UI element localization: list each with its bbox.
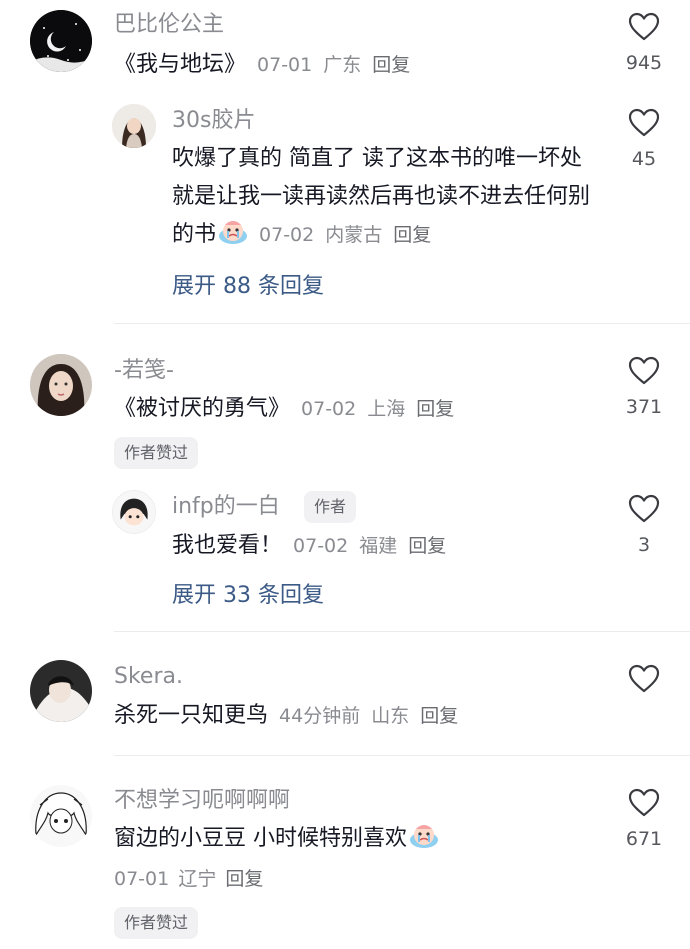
author-liked-badge: 作者赞过 <box>114 437 199 469</box>
reply-button[interactable]: 回复 <box>225 868 263 890</box>
comment-username[interactable]: 巴比伦公主 <box>114 10 224 40</box>
reply-date: 07-02 <box>259 224 315 246</box>
reply-username[interactable]: 30s胶片 <box>172 106 255 136</box>
comment-body: 窗边的小豆豆 小时候特别喜欢 <box>114 820 441 862</box>
author-tag: 作者 <box>304 491 357 523</box>
reply-username[interactable]: infp的一白 <box>172 492 280 522</box>
comment-username[interactable]: Skera. <box>114 662 183 692</box>
divider <box>114 755 690 756</box>
crying-face-emoji <box>407 823 441 862</box>
heart-icon[interactable] <box>628 664 660 694</box>
like-count: 945 <box>625 52 663 74</box>
comment-location: 广东 <box>323 54 362 76</box>
reply-button[interactable]: 回复 <box>420 705 458 727</box>
comment-meta: 07-01 辽宁 回复 <box>114 864 263 891</box>
avatar[interactable] <box>30 10 92 72</box>
comment-date: 44分钟前 <box>279 705 361 727</box>
comment-username[interactable]: 不想学习呃啊啊啊 <box>114 786 290 816</box>
heart-icon[interactable] <box>628 12 660 42</box>
comment-body: 杀死一只知更鸟 44分钟前 山东 回复 <box>114 697 458 735</box>
reply-body: 吹爆了真的 简直了 读了这本书的唯一坏处就是让我一读再读然后再也读不进去任何别的… <box>172 140 596 258</box>
reply-button[interactable]: 回复 <box>393 224 431 246</box>
like-count: 45 <box>631 148 657 170</box>
comment-text: 《我与地坛》 <box>114 52 247 77</box>
comment-location: 山东 <box>371 705 410 727</box>
comment-username[interactable]: -若笺- <box>114 356 174 386</box>
like-button[interactable]: 945 <box>609 12 679 76</box>
heart-icon[interactable] <box>628 494 660 524</box>
heart-icon[interactable] <box>628 108 660 138</box>
heart-icon[interactable] <box>628 356 660 386</box>
avatar[interactable] <box>30 354 92 416</box>
divider <box>114 631 690 632</box>
like-button[interactable]: 371 <box>609 356 679 420</box>
comment-location: 上海 <box>367 398 406 420</box>
reply-date: 07-02 <box>293 535 349 557</box>
comment-body: 《我与地坛》 07-01 广东 回复 <box>114 46 410 84</box>
divider <box>114 323 690 324</box>
avatar[interactable] <box>112 490 156 534</box>
comment-date: 07-02 <box>301 398 357 420</box>
avatar[interactable] <box>30 785 92 847</box>
reply-location: 福建 <box>359 535 398 557</box>
avatar[interactable] <box>30 660 92 722</box>
reply-button[interactable]: 回复 <box>372 54 410 76</box>
author-liked-badge: 作者赞过 <box>114 907 199 939</box>
comment-location: 辽宁 <box>178 868 217 890</box>
avatar[interactable] <box>112 104 156 148</box>
comment-date: 07-01 <box>114 868 170 890</box>
like-button[interactable]: 45 <box>609 108 679 172</box>
reply-button[interactable]: 回复 <box>408 535 446 557</box>
comment-body: 《被讨厌的勇气》 07-02 上海 回复 <box>114 390 454 428</box>
expand-replies-button[interactable]: 展开 33 条回复 <box>172 581 324 611</box>
comment-text: 《被讨厌的勇气》 <box>114 396 291 421</box>
heart-icon[interactable] <box>628 788 660 818</box>
comment-date: 07-01 <box>257 54 313 76</box>
like-count: 371 <box>625 396 663 418</box>
like-count: 671 <box>625 828 663 850</box>
expand-replies-button[interactable]: 展开 88 条回复 <box>172 272 324 302</box>
comment-text: 杀死一只知更鸟 <box>114 703 269 728</box>
like-count: 3 <box>637 534 651 556</box>
like-button[interactable]: 671 <box>609 788 679 852</box>
reply-button[interactable]: 回复 <box>416 398 454 420</box>
reply-body: 我也爱看！ 07-02 福建 回复 <box>172 527 446 565</box>
comment-text: 窗边的小豆豆 小时候特别喜欢 <box>114 826 407 851</box>
crying-face-emoji <box>216 219 250 258</box>
reply-location: 内蒙古 <box>325 224 383 246</box>
like-button[interactable] <box>609 664 679 702</box>
like-button[interactable]: 3 <box>609 494 679 558</box>
reply-text: 我也爱看！ <box>172 533 283 558</box>
